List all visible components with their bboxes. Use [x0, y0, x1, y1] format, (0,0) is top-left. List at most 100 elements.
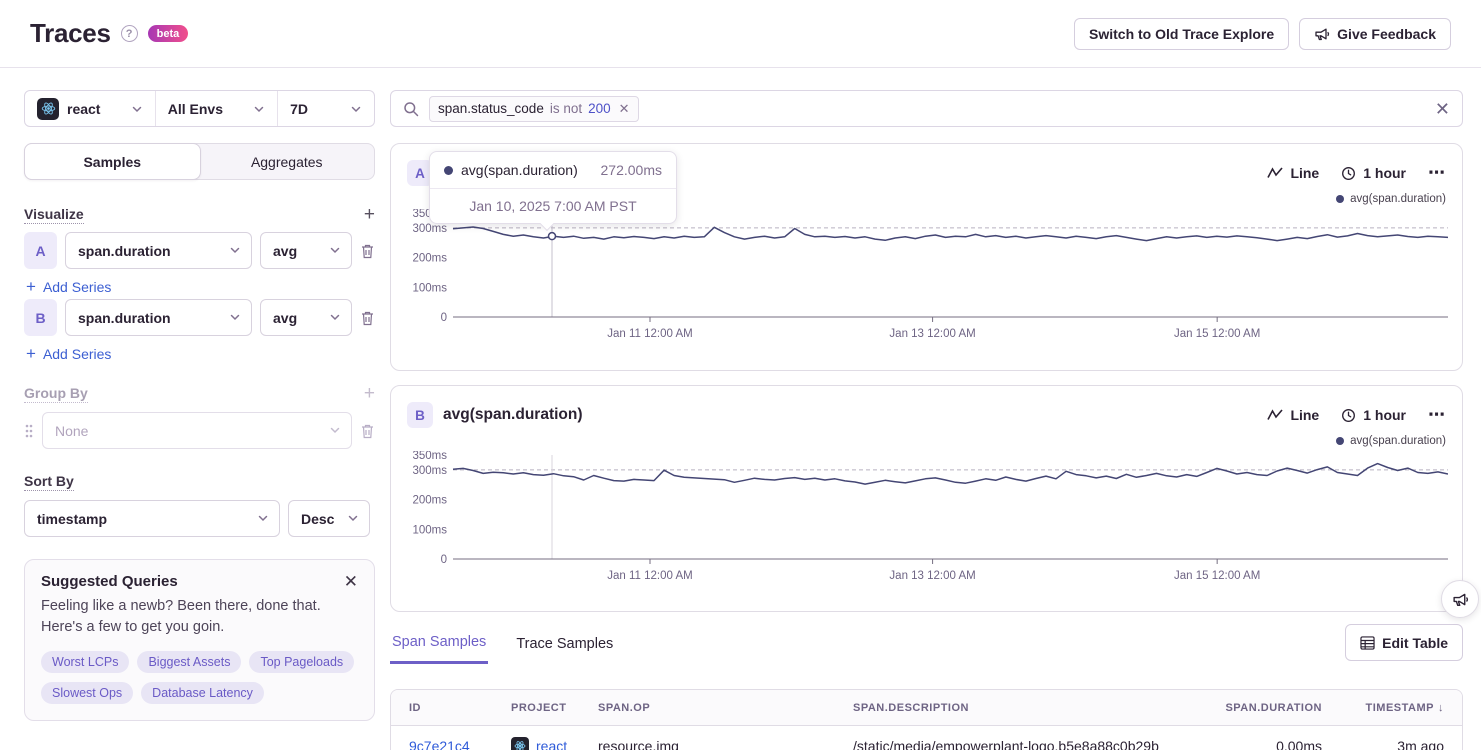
give-feedback-button[interactable]: Give Feedback — [1299, 18, 1451, 50]
chart-a-more-icon[interactable]: ⋯ — [1428, 163, 1446, 183]
chevron-down-icon — [229, 310, 241, 326]
chevron-down-icon — [253, 103, 265, 115]
tab-aggregates[interactable]: Aggregates — [200, 144, 375, 179]
col-id[interactable]: ID — [409, 702, 511, 714]
chart-b-title: avg(span.duration) — [443, 406, 583, 424]
switch-old-explore-button[interactable]: Switch to Old Trace Explore — [1074, 18, 1289, 50]
suggested-queries-text: Feeling like a newb? Been there, done th… — [41, 596, 358, 638]
search-filter-token[interactable]: span.status_code is not 200 ✕ — [429, 96, 639, 122]
chevron-down-icon — [347, 511, 359, 527]
add-series-button-b[interactable]: + Add Series — [26, 345, 375, 362]
clock-icon — [1341, 408, 1356, 423]
suggested-chip-top-pageloads[interactable]: Top Pageloads — [249, 651, 354, 673]
svg-text:300ms: 300ms — [412, 465, 447, 477]
tab-samples[interactable]: Samples — [24, 143, 201, 180]
edit-table-button[interactable]: Edit Table — [1345, 624, 1463, 661]
col-project[interactable]: PROJECT — [511, 702, 598, 714]
series-a-aggregate-select[interactable]: avg — [260, 232, 352, 269]
environment-selector[interactable]: All Envs — [155, 91, 277, 126]
svg-text:0: 0 — [441, 554, 447, 566]
sort-direction-select[interactable]: Desc — [288, 500, 370, 537]
svg-text:Jan 15 12:00 AM: Jan 15 12:00 AM — [1174, 570, 1260, 582]
drag-handle-icon[interactable] — [24, 423, 34, 439]
clock-icon — [1341, 166, 1356, 181]
suggested-chip-database-latency[interactable]: Database Latency — [141, 682, 264, 704]
legend-dot — [1336, 195, 1344, 203]
table-row: 9c7e21c4 react resource.img /static/medi… — [391, 726, 1462, 750]
svg-text:Jan 13 12:00 AM: Jan 13 12:00 AM — [889, 328, 975, 340]
react-project-icon — [511, 737, 529, 750]
span-id-link[interactable]: 9c7e21c4 — [409, 738, 511, 750]
group-by-select[interactable]: None — [42, 412, 352, 449]
series-b-field-select[interactable]: span.duration — [65, 299, 252, 336]
visualize-label: Visualize — [24, 206, 84, 224]
sort-field-select[interactable]: timestamp — [24, 500, 280, 537]
line-chart-icon — [1267, 409, 1283, 421]
svg-text:Jan 15 12:00 AM: Jan 15 12:00 AM — [1174, 328, 1260, 340]
table-header-row: ID PROJECT SPAN.OP SPAN.DESCRIPTION SPAN… — [391, 690, 1462, 726]
tooltip-series-dot — [444, 166, 453, 175]
help-icon[interactable]: ? — [121, 25, 138, 42]
interval-button[interactable]: 1 hour — [1341, 165, 1406, 181]
timestamp-cell: 3m ago — [1322, 738, 1444, 750]
project-selector[interactable]: react — [25, 91, 155, 126]
clear-search-icon[interactable]: ✕ — [1435, 100, 1450, 118]
legend-dot — [1336, 437, 1344, 445]
svg-text:100ms: 100ms — [412, 524, 447, 536]
delete-group-by-icon[interactable] — [360, 423, 375, 439]
delete-series-b-icon[interactable] — [360, 310, 375, 326]
svg-text:350ms: 350ms — [412, 451, 447, 462]
search-input[interactable]: span.status_code is not 200 ✕ ✕ — [390, 90, 1463, 127]
chevron-down-icon — [257, 511, 269, 527]
span-description-cell: /static/media/empowerplant-logo.b5e8a88c… — [853, 738, 1192, 750]
suggested-chip-biggest-assets[interactable]: Biggest Assets — [137, 651, 241, 673]
chart-a-plot[interactable]: 350ms300ms200ms100ms0Jan 11 12:00 AMJan … — [407, 209, 1448, 341]
suggested-queries-title: Suggested Queries — [41, 573, 178, 590]
tab-span-samples[interactable]: Span Samples — [390, 634, 488, 664]
add-visualize-icon[interactable]: + — [364, 205, 375, 224]
suggested-chip-slowest-ops[interactable]: Slowest Ops — [41, 682, 133, 704]
search-icon — [403, 101, 419, 117]
col-span-duration[interactable]: SPAN.DURATION — [1192, 702, 1322, 714]
close-suggested-icon[interactable]: ✕ — [344, 573, 358, 590]
chart-type-button[interactable]: Line — [1267, 165, 1319, 181]
table-icon — [1360, 636, 1375, 650]
group-by-label: Group By — [24, 385, 88, 403]
chart-b-legend[interactable]: avg(span.duration) — [407, 435, 1446, 447]
sort-by-label: Sort By — [24, 473, 74, 491]
interval-button[interactable]: 1 hour — [1341, 407, 1406, 423]
tab-trace-samples[interactable]: Trace Samples — [514, 636, 615, 663]
add-series-button-a[interactable]: + Add Series — [26, 278, 375, 295]
chart-b-more-icon[interactable]: ⋯ — [1428, 405, 1446, 425]
col-span-op[interactable]: SPAN.OP — [598, 702, 853, 714]
series-row-a: A span.duration avg — [24, 232, 375, 269]
chart-type-button[interactable]: Line — [1267, 407, 1319, 423]
suggested-queries-panel: Suggested Queries ✕ Feeling like a newb?… — [24, 559, 375, 721]
series-badge-a: A — [24, 232, 57, 269]
series-a-field-select[interactable]: span.duration — [65, 232, 252, 269]
remove-token-icon[interactable]: ✕ — [619, 101, 630, 117]
series-badge-b: B — [24, 299, 57, 336]
page-header: Traces ? beta Switch to Old Trace Explor… — [0, 0, 1481, 68]
delete-series-a-icon[interactable] — [360, 243, 375, 259]
chevron-down-icon — [131, 103, 143, 115]
project-link[interactable]: react — [536, 738, 567, 750]
sort-by-row: timestamp Desc — [24, 500, 375, 537]
chart-b-plot[interactable]: 350ms300ms200ms100ms0Jan 11 12:00 AMJan … — [407, 451, 1448, 583]
date-range-selector[interactable]: 7D — [277, 91, 374, 126]
svg-text:200ms: 200ms — [412, 253, 447, 265]
beta-badge: beta — [148, 25, 189, 42]
chart-panel-a: A avg(span.duration) Line 1 hour ⋯ — [390, 143, 1463, 371]
megaphone-icon — [1452, 591, 1469, 608]
col-timestamp[interactable]: TIMESTAMP ↓ — [1322, 702, 1444, 714]
svg-text:Jan 11 12:00 AM: Jan 11 12:00 AM — [607, 328, 692, 340]
col-span-description[interactable]: SPAN.DESCRIPTION — [853, 702, 1192, 714]
suggested-chip-worst-lcps[interactable]: Worst LCPs — [41, 651, 129, 673]
chevron-down-icon — [229, 243, 241, 259]
page-title: Traces — [30, 18, 111, 49]
samples-tabs: Span Samples Trace Samples Edit Table — [390, 630, 1463, 668]
project-cell: react — [511, 737, 598, 750]
series-b-aggregate-select[interactable]: avg — [260, 299, 352, 336]
floating-feedback-button[interactable] — [1441, 580, 1479, 618]
add-group-by-icon[interactable]: + — [364, 384, 375, 403]
